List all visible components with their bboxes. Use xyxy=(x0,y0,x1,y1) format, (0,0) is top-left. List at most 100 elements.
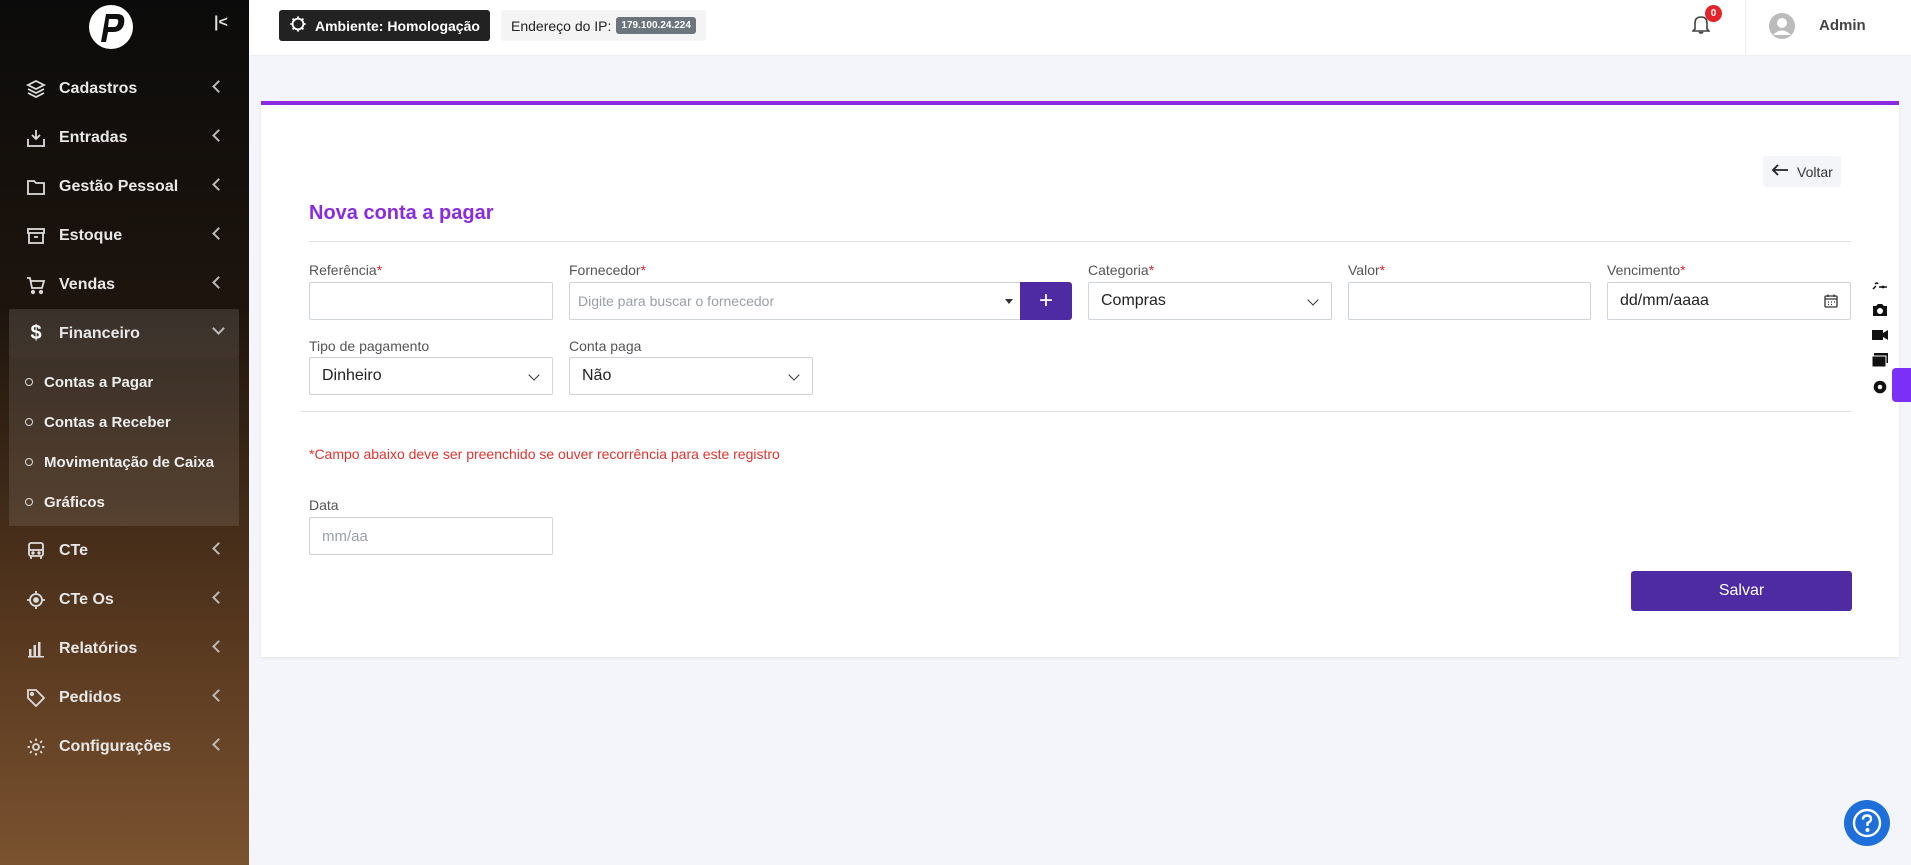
calendar-icon[interactable] xyxy=(1824,294,1838,308)
conta-paga-select[interactable]: Não xyxy=(569,357,813,395)
conta-paga-label: Conta paga xyxy=(569,338,642,354)
chevron-left-icon xyxy=(212,738,225,751)
sidebar-item-entradas[interactable]: Entradas xyxy=(0,113,249,162)
sidebar-item-label: Pedidos xyxy=(59,688,122,706)
tipo-pagamento-select[interactable]: Dinheiro xyxy=(309,357,553,395)
submenu-item-label: Contas a Pagar xyxy=(44,373,154,391)
recurrence-note: *Campo abaixo deve ser preenchido se ouv… xyxy=(309,446,780,462)
chevron-down-icon xyxy=(1307,294,1319,306)
categoria-select[interactable]: Compras xyxy=(1088,282,1332,320)
chevron-left-icon xyxy=(212,80,225,93)
data-input[interactable]: mm/aa xyxy=(309,517,553,555)
chevron-left-icon xyxy=(212,129,225,142)
fornecedor-label: Fornecedor* xyxy=(569,262,646,278)
caret-down-icon xyxy=(1005,299,1013,304)
ip-address-box: Endereço do IP: 179.100.24.224 xyxy=(501,10,706,41)
sidebar-item-configuracoes[interactable]: Configurações xyxy=(0,722,249,771)
sidebar-item-financeiro[interactable]: $ Financeiro xyxy=(9,309,239,358)
submenu-item-contas-a-receber[interactable]: Contas a Receber xyxy=(9,402,239,442)
floating-toolbar-toggle[interactable] xyxy=(1892,368,1911,402)
sidebar-item-cadastros[interactable]: Cadastros xyxy=(0,64,249,113)
sidebar-item-relatorios[interactable]: Relatórios xyxy=(0,624,249,673)
target-icon xyxy=(25,589,47,611)
add-fornecedor-button[interactable]: + xyxy=(1020,282,1072,320)
chevron-left-icon xyxy=(212,689,225,702)
chevron-left-icon xyxy=(212,178,225,191)
sidebar-item-label: Relatórios xyxy=(59,639,138,657)
sidebar-item-label: Estoque xyxy=(59,226,123,244)
valor-input[interactable] xyxy=(1348,282,1591,320)
brand-logo-icon[interactable] xyxy=(86,2,136,52)
chevron-left-icon xyxy=(212,276,225,289)
chevron-down-icon xyxy=(528,369,540,381)
vencimento-value: dd/mm/aaaa xyxy=(1620,292,1709,309)
sidebar-item-label: Cadastros xyxy=(59,79,138,97)
sidebar-item-label: Gestão Pessoal xyxy=(59,177,179,195)
referencia-label: Referência* xyxy=(309,262,382,278)
question-circle-icon xyxy=(1852,808,1882,838)
user-name[interactable]: Admin xyxy=(1819,17,1866,34)
tipo-pagamento-value: Dinheiro xyxy=(322,367,382,384)
data-label: Data xyxy=(309,497,339,513)
environment-label: Ambiente: Homologação xyxy=(315,17,480,34)
chevron-down-icon xyxy=(212,322,225,335)
submenu-item-label: Movimentação de Caixa xyxy=(44,453,215,471)
back-button-label: Voltar xyxy=(1797,163,1833,180)
sidebar-item-cte-os[interactable]: CTe Os xyxy=(0,575,249,624)
floating-toolbar xyxy=(1868,277,1892,401)
submenu-item-graficos[interactable]: Gráficos xyxy=(9,482,239,522)
tag-icon xyxy=(25,687,47,709)
valor-label: Valor* xyxy=(1348,262,1385,278)
categoria-label: Categoria* xyxy=(1088,262,1154,278)
topbar-divider xyxy=(1745,0,1746,56)
sidebar-menu: Cadastros Entradas Gestão Pessoal Estoqu… xyxy=(0,64,249,771)
archive-icon xyxy=(25,225,47,247)
tipo-pagamento-label: Tipo de pagamento xyxy=(309,338,430,354)
sidebar-item-gestao-pessoal[interactable]: Gestão Pessoal xyxy=(0,162,249,211)
title-divider xyxy=(309,241,1851,242)
vencimento-date-input[interactable]: dd/mm/aaaa xyxy=(1607,282,1851,320)
avatar[interactable] xyxy=(1768,12,1796,40)
financeiro-submenu: Contas a Pagar Contas a Receber Moviment… xyxy=(9,358,239,526)
referencia-label-text: Referência xyxy=(309,262,377,278)
video-icon[interactable] xyxy=(1871,328,1889,342)
bar-chart-icon xyxy=(25,638,47,660)
environment-badge: Ambiente: Homologação xyxy=(279,10,490,41)
help-button[interactable] xyxy=(1844,800,1890,846)
page-title: Nova conta a pagar xyxy=(309,202,494,224)
camera-icon[interactable] xyxy=(1871,302,1889,318)
gallery-icon[interactable] xyxy=(1871,352,1889,368)
referencia-input[interactable] xyxy=(309,282,553,320)
settings-icon[interactable] xyxy=(1871,378,1889,396)
fornecedor-label-text: Fornecedor xyxy=(569,262,641,278)
submenu-item-contas-a-pagar[interactable]: Contas a Pagar xyxy=(9,362,239,402)
sidebar-item-label: Entradas xyxy=(59,128,128,146)
sidebar-item-vendas[interactable]: Vendas xyxy=(0,260,249,309)
sidebar-item-label: CTe Os xyxy=(59,590,114,608)
sidebar-item-pedidos[interactable]: Pedidos xyxy=(0,673,249,722)
save-button[interactable]: Salvar xyxy=(1631,571,1852,611)
back-button[interactable]: Voltar xyxy=(1763,156,1841,187)
bus-icon xyxy=(25,540,47,562)
required-mark: * xyxy=(376,262,383,278)
fornecedor-select[interactable]: Digite para buscar o fornecedor xyxy=(569,282,1022,320)
vencimento-label-text: Vencimento xyxy=(1607,262,1681,278)
chevron-left-icon xyxy=(212,542,225,555)
section-divider xyxy=(301,411,1851,412)
link-icon[interactable] xyxy=(1871,282,1889,292)
submenu-item-movimentacao-de-caixa[interactable]: Movimentação de Caixa xyxy=(9,442,239,482)
dollar-icon: $ xyxy=(30,322,42,344)
sidebar-item-label: Configurações xyxy=(59,737,172,755)
sidebar-item-label: Financeiro xyxy=(59,324,140,342)
chevron-left-icon xyxy=(212,640,225,653)
collapse-sidebar-icon[interactable]: |< xyxy=(214,14,228,32)
conta-paga-value: Não xyxy=(582,367,612,384)
vencimento-label: Vencimento* xyxy=(1607,262,1686,278)
required-mark: * xyxy=(1148,262,1155,278)
ip-value-badge: 179.100.24.224 xyxy=(616,17,696,34)
required-mark: * xyxy=(1379,262,1386,278)
data-placeholder: mm/aa xyxy=(322,527,368,545)
sidebar-item-estoque[interactable]: Estoque xyxy=(0,211,249,260)
sidebar-item-cte[interactable]: CTe xyxy=(0,526,249,575)
fornecedor-placeholder: Digite para buscar o fornecedor xyxy=(578,293,775,309)
